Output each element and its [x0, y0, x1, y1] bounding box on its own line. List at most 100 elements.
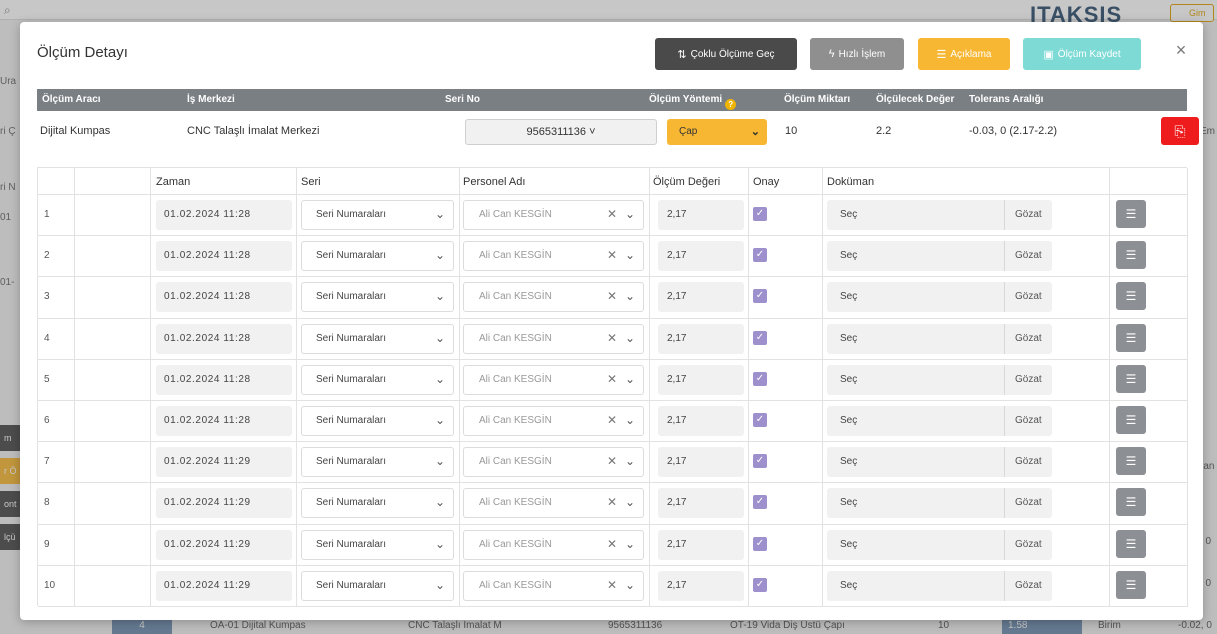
- list-icon[interactable]: ☰: [1116, 447, 1146, 476]
- zaman-field[interactable]: 01.02.2024 11:29: [156, 488, 292, 519]
- multi-measurement-button[interactable]: ⇅ Çoklu Ölçüme Geç: [655, 38, 797, 70]
- olcum-degeri-field[interactable]: 2,17: [658, 282, 744, 313]
- browse-button[interactable]: Gözat: [1004, 488, 1052, 519]
- dokuman-file-input[interactable]: Seç Gözat: [827, 323, 1052, 354]
- dokuman-file-input[interactable]: Seç Gözat: [827, 488, 1052, 519]
- list-icon[interactable]: ☰: [1116, 282, 1146, 311]
- browse-button[interactable]: Gözat: [1004, 447, 1052, 478]
- zaman-field[interactable]: 01.02.2024 11:28: [156, 282, 292, 313]
- onay-checkbox[interactable]: ✓: [753, 495, 767, 510]
- list-icon[interactable]: ☰: [1116, 570, 1146, 599]
- onay-checkbox[interactable]: ✓: [753, 330, 767, 345]
- seri-select[interactable]: Seri Numaraları ⌄: [301, 570, 454, 601]
- onay-checkbox[interactable]: ✓: [753, 413, 767, 427]
- list-icon[interactable]: ☰: [1116, 323, 1146, 352]
- seri-no-select[interactable]: 9565311136 ˅: [465, 119, 657, 145]
- info-icon[interactable]: ?: [725, 99, 737, 110]
- onay-checkbox[interactable]: ✓: [753, 577, 767, 592]
- seri-select[interactable]: Seri Numaraları ⌄: [301, 241, 454, 272]
- clear-icon[interactable]: ✕: [607, 207, 617, 221]
- list-icon[interactable]: ☰: [1116, 406, 1146, 434]
- personel-select[interactable]: Ali Can KESGİN ✕ ⌄: [463, 200, 644, 230]
- pdf-icon[interactable]: ⎘: [1161, 117, 1199, 145]
- clear-icon[interactable]: ✕: [607, 413, 617, 427]
- clear-icon[interactable]: ✕: [607, 372, 617, 386]
- olcum-degeri-field[interactable]: 2,17: [658, 406, 744, 436]
- personel-select[interactable]: Ali Can KESGİN ✕ ⌄: [463, 488, 644, 519]
- save-measurement-button[interactable]: ▣ Ölçüm Kaydet: [1023, 38, 1141, 70]
- clear-icon[interactable]: ✕: [607, 537, 617, 551]
- onay-checkbox[interactable]: ✓: [753, 536, 767, 551]
- seri-select[interactable]: Seri Numaraları ⌄: [301, 488, 454, 519]
- browse-button[interactable]: Gözat: [1004, 200, 1052, 230]
- olcum-degeri-field[interactable]: 2,17: [658, 447, 744, 478]
- list-icon[interactable]: ☰: [1116, 200, 1146, 228]
- zaman-field[interactable]: 01.02.2024 11:29: [156, 447, 292, 478]
- zaman-field[interactable]: 01.02.2024 11:28: [156, 364, 292, 395]
- personel-select[interactable]: Ali Can KESGİN ✕ ⌄: [463, 447, 644, 478]
- list-icon[interactable]: ☰: [1116, 364, 1146, 393]
- seri-select[interactable]: Seri Numaraları ⌄: [301, 364, 454, 395]
- personel-select[interactable]: Ali Can KESGİN ✕ ⌄: [463, 323, 644, 354]
- dokuman-file-input[interactable]: Seç Gözat: [827, 364, 1052, 395]
- zaman-field[interactable]: 01.02.2024 11:28: [156, 200, 292, 230]
- seri-select[interactable]: Seri Numaraları ⌄: [301, 406, 454, 436]
- zaman-field[interactable]: 01.02.2024 11:29: [156, 529, 292, 560]
- olcum-degeri-field[interactable]: 2,17: [658, 200, 744, 230]
- list-icon[interactable]: ☰: [1116, 529, 1146, 558]
- olcum-degeri-field[interactable]: 2,17: [658, 323, 744, 354]
- clear-icon[interactable]: ✕: [607, 248, 617, 262]
- zaman-field[interactable]: 01.02.2024 11:28: [156, 323, 292, 354]
- olcum-degeri-field[interactable]: 2,17: [658, 241, 744, 272]
- personel-select-label: Ali Can KESGİN: [479, 497, 552, 509]
- description-button[interactable]: ☰ Açıklama: [918, 38, 1010, 70]
- seri-select[interactable]: Seri Numaraları ⌄: [301, 200, 454, 230]
- dokuman-file-input[interactable]: Seç Gözat: [827, 200, 1052, 230]
- onay-checkbox[interactable]: ✓: [753, 207, 767, 221]
- onay-checkbox[interactable]: ✓: [753, 248, 767, 263]
- browse-button[interactable]: Gözat: [1004, 323, 1052, 354]
- browse-button[interactable]: Gözat: [1004, 241, 1052, 272]
- olcum-degeri-field[interactable]: 2,17: [658, 364, 744, 395]
- dokuman-file-input[interactable]: Seç Gözat: [827, 570, 1052, 601]
- clear-icon[interactable]: ✕: [607, 331, 617, 345]
- clear-icon[interactable]: ✕: [607, 454, 617, 468]
- personel-select[interactable]: Ali Can KESGİN ✕ ⌄: [463, 364, 644, 395]
- browse-button[interactable]: Gözat: [1004, 570, 1052, 601]
- dokuman-file-input[interactable]: Seç Gözat: [827, 282, 1052, 313]
- seri-select[interactable]: Seri Numaraları ⌄: [301, 447, 454, 478]
- onay-checkbox[interactable]: ✓: [753, 454, 767, 469]
- quick-action-button[interactable]: ϟ Hızlı İşlem: [810, 38, 904, 70]
- olcum-degeri-field[interactable]: 2,17: [658, 570, 744, 601]
- olcum-degeri-field[interactable]: 2,17: [658, 488, 744, 519]
- close-icon[interactable]: ×: [1172, 40, 1190, 60]
- clear-icon[interactable]: ✕: [607, 495, 617, 509]
- list-icon[interactable]: ☰: [1116, 241, 1146, 270]
- olcum-yontemi-select[interactable]: Çap ⌄: [667, 119, 767, 145]
- personel-select[interactable]: Ali Can KESGİN ✕ ⌄: [463, 241, 644, 272]
- olcum-degeri-field[interactable]: 2,17: [658, 529, 744, 560]
- onay-checkbox[interactable]: ✓: [753, 289, 767, 304]
- seri-select[interactable]: Seri Numaraları ⌄: [301, 529, 454, 560]
- dokuman-file-input[interactable]: Seç Gözat: [827, 529, 1052, 560]
- browse-button[interactable]: Gözat: [1004, 282, 1052, 313]
- onay-checkbox[interactable]: ✓: [753, 371, 767, 386]
- browse-button[interactable]: Gözat: [1004, 406, 1052, 436]
- dokuman-file-input[interactable]: Seç Gözat: [827, 406, 1052, 436]
- personel-select[interactable]: Ali Can KESGİN ✕ ⌄: [463, 529, 644, 560]
- browse-button[interactable]: Gözat: [1004, 529, 1052, 560]
- list-icon[interactable]: ☰: [1116, 488, 1146, 517]
- zaman-field[interactable]: 01.02.2024 11:28: [156, 406, 292, 436]
- seri-select[interactable]: Seri Numaraları ⌄: [301, 323, 454, 354]
- clear-icon[interactable]: ✕: [607, 289, 617, 303]
- dokuman-file-input[interactable]: Seç Gözat: [827, 241, 1052, 272]
- dokuman-file-input[interactable]: Seç Gözat: [827, 447, 1052, 478]
- seri-select[interactable]: Seri Numaraları ⌄: [301, 282, 454, 313]
- personel-select[interactable]: Ali Can KESGİN ✕ ⌄: [463, 570, 644, 601]
- clear-icon[interactable]: ✕: [607, 578, 617, 592]
- personel-select[interactable]: Ali Can KESGİN ✕ ⌄: [463, 406, 644, 436]
- personel-select[interactable]: Ali Can KESGİN ✕ ⌄: [463, 282, 644, 313]
- zaman-field[interactable]: 01.02.2024 11:29: [156, 570, 292, 601]
- zaman-field[interactable]: 01.02.2024 11:28: [156, 241, 292, 272]
- browse-button[interactable]: Gözat: [1004, 364, 1052, 395]
